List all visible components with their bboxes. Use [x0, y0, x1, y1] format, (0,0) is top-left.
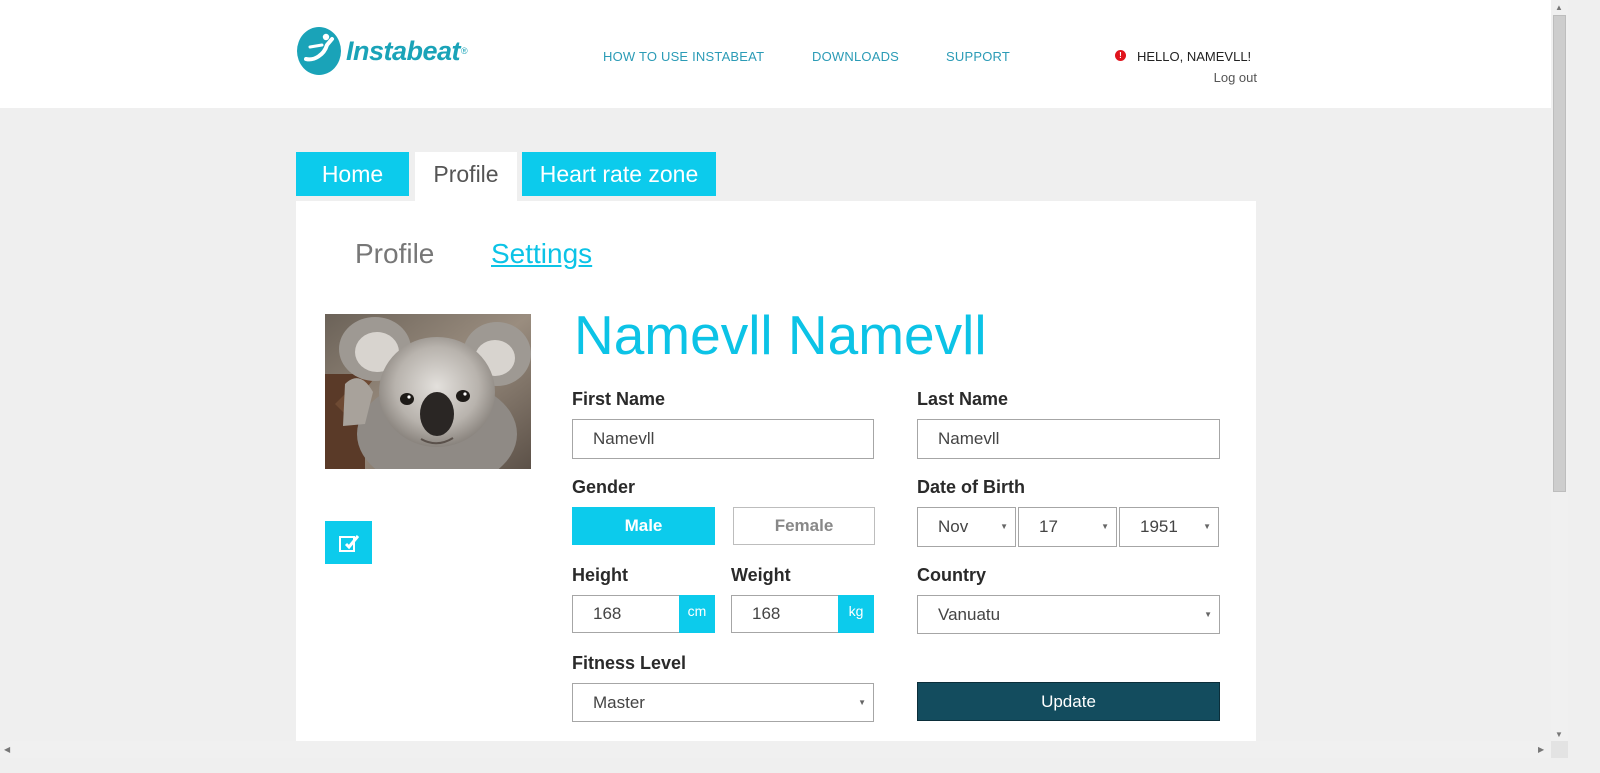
alert-icon[interactable]: !: [1115, 50, 1126, 61]
gender-female-button[interactable]: Female: [733, 507, 875, 545]
dob-year-value: 1951: [1140, 517, 1178, 536]
fitness-level-label: Fitness Level: [572, 653, 687, 673]
weight-label: Weight: [731, 565, 791, 585]
subtab-profile[interactable]: Profile: [355, 238, 434, 270]
update-button[interactable]: Update: [917, 682, 1220, 721]
gender-male-button[interactable]: Male: [572, 507, 715, 545]
caret-down-icon: ▼: [1204, 610, 1212, 619]
nav-support[interactable]: SUPPORT: [946, 49, 1010, 64]
dob-day-select[interactable]: 17 ▼: [1018, 507, 1117, 547]
edit-icon: [338, 534, 359, 552]
dob-label: Date of Birth: [917, 477, 1025, 497]
caret-down-icon: ▼: [1203, 522, 1211, 531]
fitness-level-select[interactable]: Master ▼: [572, 683, 874, 722]
top-header: [0, 0, 1568, 108]
nav-downloads[interactable]: DOWNLOADS: [812, 49, 899, 64]
scroll-up-icon[interactable]: ▲: [1555, 3, 1563, 12]
height-unit: cm: [679, 595, 715, 633]
height-label: Height: [572, 565, 628, 585]
profile-full-name: Namevll Namevll: [574, 304, 987, 366]
dob-month-select[interactable]: Nov ▼: [917, 507, 1016, 547]
profile-panel: [296, 201, 1256, 741]
country-select[interactable]: Vanuatu ▼: [917, 595, 1220, 634]
caret-down-icon: ▼: [1101, 522, 1109, 531]
tab-heart-rate-zone[interactable]: Heart rate zone: [522, 152, 716, 196]
scroll-left-icon[interactable]: ◀: [4, 745, 10, 754]
gender-label: Gender: [572, 477, 636, 497]
fitness-level-value: Master: [593, 693, 645, 712]
caret-down-icon: ▼: [1000, 522, 1008, 531]
weight-field[interactable]: [731, 595, 839, 633]
last-name-label: Last Name: [917, 389, 1009, 409]
country-value: Vanuatu: [938, 605, 1001, 624]
scroll-right-icon[interactable]: ▶: [1538, 745, 1544, 754]
height-field[interactable]: [572, 595, 680, 633]
avatar: [325, 314, 531, 469]
weight-unit: kg: [838, 595, 874, 633]
tab-profile[interactable]: Profile: [415, 152, 517, 202]
dob-day-value: 17: [1039, 517, 1058, 536]
horizontal-scrollbar[interactable]: [0, 741, 1551, 758]
caret-down-icon: ▼: [858, 698, 866, 707]
first-name-field[interactable]: [572, 419, 874, 459]
scrollbar-corner: [1551, 741, 1568, 758]
subtab-settings[interactable]: Settings: [491, 238, 592, 270]
brand-name: Instabeat: [346, 35, 461, 66]
instabeat-logo-icon: [297, 27, 341, 75]
logout-link[interactable]: Log out: [1200, 70, 1257, 85]
edit-photo-button[interactable]: [325, 521, 372, 564]
country-label: Country: [917, 565, 986, 585]
nav-how-to-use[interactable]: HOW TO USE INSTABEAT: [603, 49, 764, 64]
koala-photo: [325, 314, 531, 469]
dob-month-value: Nov: [938, 517, 969, 536]
vertical-scroll-thumb[interactable]: [1553, 15, 1566, 492]
first-name-label: First Name: [572, 389, 666, 409]
tab-home[interactable]: Home: [296, 152, 409, 196]
registered-mark: ®: [461, 46, 468, 56]
user-greeting: HELLO, NAMEVLL!: [1137, 49, 1252, 64]
dob-year-select[interactable]: 1951 ▼: [1119, 507, 1219, 547]
last-name-field[interactable]: [917, 419, 1220, 459]
brand-logo[interactable]: Instabeat ®: [296, 25, 468, 77]
scroll-down-icon[interactable]: ▼: [1555, 730, 1563, 739]
